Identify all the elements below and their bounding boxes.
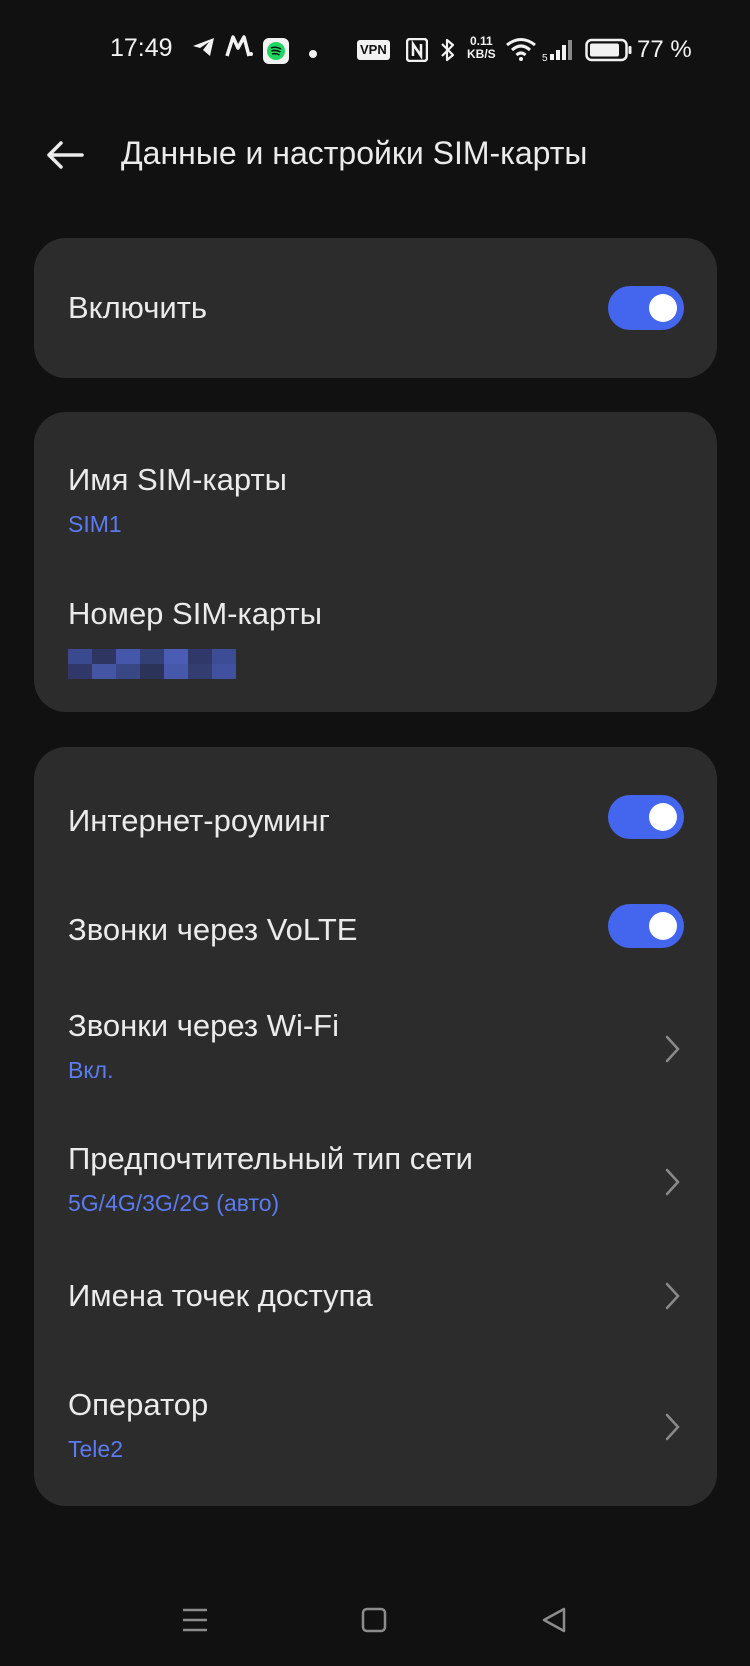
network-speed: 0.11 KB/S bbox=[467, 34, 496, 61]
sim-number-row[interactable]: Номер SIM-карты bbox=[34, 552, 717, 712]
app-bar: Данные и настройки SIM-карты bbox=[0, 110, 750, 200]
wifi-icon bbox=[505, 37, 537, 66]
operator-row[interactable]: Оператор Tele2 bbox=[34, 1347, 717, 1506]
vpn-badge: VPN bbox=[357, 40, 390, 60]
chevron-right-icon bbox=[665, 1282, 680, 1310]
home-button[interactable] bbox=[354, 1600, 394, 1640]
network-type-row[interactable]: Предпочтительный тип сети 5G/4G/3G/2G (а… bbox=[34, 1107, 717, 1237]
menu-icon bbox=[183, 1608, 207, 1632]
page-title: Данные и настройки SIM-карты bbox=[121, 135, 588, 171]
apn-label: Имена точек доступа bbox=[68, 1278, 373, 1313]
volte-toggle[interactable] bbox=[608, 904, 684, 948]
telegram-icon bbox=[192, 36, 216, 63]
volte-row[interactable]: Звонки через VoLTE bbox=[34, 867, 717, 967]
nfc-icon bbox=[405, 37, 429, 67]
toggle-knob bbox=[649, 912, 677, 940]
toggle-knob bbox=[649, 294, 677, 322]
sim-name-value: SIM1 bbox=[68, 511, 122, 537]
sim-name-label: Имя SIM-карты bbox=[68, 462, 287, 497]
wifi-calls-label: Звонки через Wi-Fi bbox=[68, 1008, 340, 1043]
m-app-icon bbox=[225, 34, 253, 63]
battery-icon bbox=[585, 38, 633, 67]
navigation-bar bbox=[0, 1580, 750, 1666]
wifi-calls-value: Вкл. bbox=[68, 1057, 114, 1083]
enable-toggle[interactable] bbox=[608, 286, 684, 330]
square-icon bbox=[361, 1607, 387, 1633]
battery-percent: 77 % bbox=[637, 36, 692, 63]
sim-info-card: Имя SIM-карты SIM1 Номер SIM-карты bbox=[34, 412, 717, 712]
roaming-toggle[interactable] bbox=[608, 795, 684, 839]
notification-dot-icon bbox=[308, 46, 318, 64]
triangle-back-icon bbox=[542, 1607, 566, 1633]
operator-value: Tele2 bbox=[68, 1436, 123, 1462]
spotify-icon bbox=[263, 38, 289, 69]
menu-button[interactable] bbox=[175, 1600, 215, 1640]
signal-icon: 5 bbox=[542, 38, 572, 67]
bluetooth-icon bbox=[440, 37, 456, 68]
status-bar: 17:49 VPN 0.11 KB/S 5 77 % bbox=[0, 0, 750, 100]
chevron-right-icon bbox=[665, 1035, 680, 1063]
chevron-right-icon bbox=[665, 1413, 680, 1441]
wifi-calls-row[interactable]: Звонки через Wi-Fi Вкл. bbox=[34, 967, 717, 1107]
roaming-row[interactable]: Интернет-роуминг bbox=[34, 747, 717, 867]
chevron-right-icon bbox=[665, 1168, 680, 1196]
enable-row[interactable]: Включить bbox=[34, 238, 717, 378]
arrow-left-icon bbox=[47, 141, 84, 169]
volte-label: Звонки через VoLTE bbox=[68, 912, 358, 947]
nav-back-button[interactable] bbox=[534, 1600, 574, 1640]
settings-card: Интернет-роуминг Звонки через VoLTE Звон… bbox=[34, 747, 717, 1506]
network-type-value: 5G/4G/3G/2G (авто) bbox=[68, 1190, 280, 1216]
status-time: 17:49 bbox=[110, 34, 173, 62]
enable-card: Включить bbox=[34, 238, 717, 378]
sim-number-label: Номер SIM-карты bbox=[68, 596, 322, 631]
apn-row[interactable]: Имена точек доступа bbox=[34, 1237, 717, 1347]
svg-text:5: 5 bbox=[542, 53, 548, 62]
back-button[interactable] bbox=[40, 130, 90, 180]
sim-name-row[interactable]: Имя SIM-карты SIM1 bbox=[34, 412, 717, 552]
network-type-label: Предпочтительный тип сети bbox=[68, 1141, 473, 1176]
roaming-label: Интернет-роуминг bbox=[68, 803, 330, 838]
enable-label: Включить bbox=[68, 290, 208, 325]
sim-number-redacted bbox=[68, 649, 236, 679]
toggle-knob bbox=[649, 803, 677, 831]
operator-label: Оператор bbox=[68, 1387, 209, 1422]
